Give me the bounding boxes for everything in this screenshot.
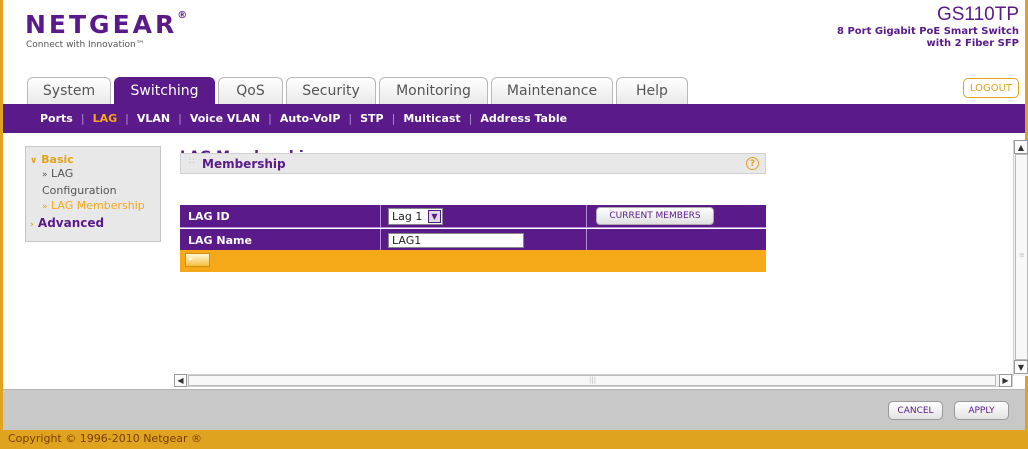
horizontal-scrollbar[interactable]: ◀ ||| ▶: [174, 374, 1013, 387]
subnav-auto-voip[interactable]: Auto-VoIP: [280, 112, 341, 125]
lag-id-label: LAG ID: [188, 210, 230, 223]
subnav-separator: |: [125, 112, 129, 125]
sidebar-item-lag-configuration[interactable]: » LAG Configuration: [30, 166, 156, 198]
model-desc-line2: with 2 Fiber SFP: [926, 38, 1019, 49]
grip-icon: ∷: [189, 157, 195, 167]
lag-name-input[interactable]: LAG1: [388, 233, 524, 248]
model-info: GS110TP 8 Port Gigabit PoE Smart Switch …: [837, 4, 1019, 50]
subnav-voice-vlan[interactable]: Voice VLAN: [190, 112, 260, 125]
subnav-separator: |: [178, 112, 182, 125]
subnav-stp[interactable]: STP: [360, 112, 384, 125]
scroll-down-icon[interactable]: ▼: [1014, 360, 1028, 374]
double-chevron-icon: »: [42, 170, 48, 180]
subnav-address-table[interactable]: Address Table: [480, 112, 567, 125]
cell-divider: [586, 229, 587, 252]
vertical-scroll-thumb[interactable]: ≡: [1015, 154, 1028, 360]
double-chevron-icon: »: [42, 202, 48, 212]
netgear-logo: NETGEAR®: [25, 10, 188, 39]
cell-divider: [380, 205, 381, 228]
sub-navigation: Ports | LAG | VLAN | Voice VLAN | Auto-V…: [3, 104, 1025, 133]
tab-maintenance[interactable]: Maintenance: [491, 77, 613, 104]
scroll-right-icon[interactable]: ▶: [999, 374, 1012, 387]
table-row-lag-name: LAG Name LAG1: [180, 229, 766, 252]
tagline: Connect with Innovation™: [26, 40, 145, 50]
table-footer-bar: ▸: [180, 250, 766, 272]
table-row-lag-id: LAG ID Lag 1 ▼ CURRENT MEMBERS: [180, 205, 766, 228]
panel-title: Membership: [202, 157, 286, 171]
membership-panel-header: ∷ Membership ?: [180, 153, 766, 174]
tab-security[interactable]: Security: [286, 77, 376, 104]
subnav-separator: |: [468, 112, 473, 125]
scroll-up-icon[interactable]: ▲: [1014, 140, 1028, 154]
tab-qos[interactable]: QoS: [218, 77, 283, 104]
sidebar-advanced[interactable]: › Advanced: [30, 216, 156, 230]
chevron-down-icon: ▼: [428, 210, 441, 223]
subnav-ports[interactable]: Ports: [40, 112, 73, 125]
model-name: GS110TP: [936, 4, 1019, 25]
header: NETGEAR® Connect with Innovation™ GS110T…: [3, 0, 1025, 76]
lag-id-select[interactable]: Lag 1 ▼: [388, 208, 443, 225]
subnav-separator: |: [391, 112, 396, 125]
lag-name-label: LAG Name: [188, 234, 252, 247]
table-footer-cap: ▸: [185, 253, 210, 267]
help-icon[interactable]: ?: [746, 157, 759, 170]
sidebar-item-lag-membership[interactable]: » LAG Membership: [30, 198, 156, 215]
horizontal-scroll-thumb[interactable]: |||: [188, 375, 996, 386]
footer: Copyright © 1996-2010 Netgear ®: [3, 430, 1025, 449]
copyright-text: Copyright © 1996-2010 Netgear ®: [8, 432, 203, 445]
sidebar: ∨ Basic » LAG Configuration » LAG Members…: [25, 146, 161, 242]
tab-help[interactable]: Help: [616, 77, 688, 104]
tab-switching[interactable]: Switching: [114, 77, 215, 104]
subnav-multicast[interactable]: Multicast: [403, 112, 460, 125]
vertical-scrollbar[interactable]: ▲ ≡ ▼: [1013, 140, 1028, 376]
arrow-right-icon: ▸: [189, 254, 194, 263]
chevron-right-icon: ›: [30, 220, 34, 230]
main-tabs: System Switching QoS Security Monitoring…: [27, 76, 691, 104]
scroll-left-icon[interactable]: ◀: [174, 374, 187, 387]
model-desc-line1: 8 Port Gigabit PoE Smart Switch: [837, 26, 1019, 37]
subnav-vlan[interactable]: VLAN: [137, 112, 170, 125]
logout-button[interactable]: LOGOUT: [962, 78, 1019, 98]
subnav-separator: |: [348, 112, 353, 125]
tab-system[interactable]: System: [27, 77, 111, 104]
action-bar: CANCEL APPLY: [3, 389, 1025, 430]
cancel-button[interactable]: CANCEL: [888, 401, 943, 420]
cell-divider: [586, 205, 587, 228]
chevron-down-icon: ∨: [30, 156, 38, 166]
sidebar-basic[interactable]: ∨ Basic: [30, 153, 156, 166]
current-members-button[interactable]: CURRENT MEMBERS: [596, 207, 714, 225]
subnav-lag[interactable]: LAG: [93, 112, 118, 125]
apply-button[interactable]: APPLY: [954, 401, 1009, 420]
cell-divider: [380, 229, 381, 252]
subnav-separator: |: [80, 112, 85, 125]
tab-monitoring[interactable]: Monitoring: [379, 77, 488, 104]
subnav-separator: |: [268, 112, 272, 125]
